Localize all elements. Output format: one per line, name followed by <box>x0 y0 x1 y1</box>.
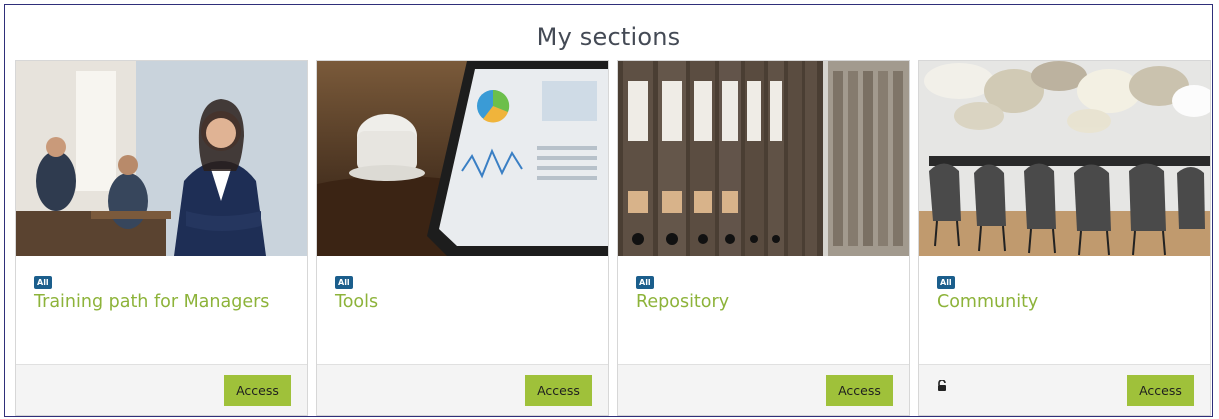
unlock-icon <box>937 377 947 396</box>
card-footer: Access <box>16 364 307 415</box>
access-button[interactable]: Access <box>525 375 592 406</box>
sections-panel: My sections All Training path for Manage… <box>4 4 1213 417</box>
card-title[interactable]: Training path for Managers <box>34 291 284 313</box>
card-footer: Access <box>317 364 608 415</box>
audience-badge: All <box>34 276 52 289</box>
access-button[interactable]: Access <box>826 375 893 406</box>
card-title[interactable]: Community <box>937 291 1187 313</box>
card-title[interactable]: Tools <box>335 291 585 313</box>
cards-grid: All Training path for Managers Access Al… <box>15 60 1211 416</box>
card-image-tools[interactable] <box>317 61 608 256</box>
page-title: My sections <box>536 23 681 51</box>
audience-badge: All <box>335 276 353 289</box>
access-button[interactable]: Access <box>224 375 291 406</box>
section-card-training: All Training path for Managers Access <box>15 60 308 416</box>
access-button[interactable]: Access <box>1127 375 1194 406</box>
card-title[interactable]: Repository <box>636 291 886 313</box>
card-image-training[interactable] <box>16 61 307 256</box>
card-footer: Access <box>919 364 1210 415</box>
card-image-repository[interactable] <box>618 61 909 256</box>
audience-badge: All <box>937 276 955 289</box>
section-card-community: All Community Access <box>918 60 1211 416</box>
card-footer: Access <box>618 364 909 415</box>
section-card-tools: All Tools Access <box>316 60 609 416</box>
card-image-community[interactable] <box>919 61 1210 256</box>
audience-badge: All <box>636 276 654 289</box>
section-card-repository: All Repository Access <box>617 60 910 416</box>
